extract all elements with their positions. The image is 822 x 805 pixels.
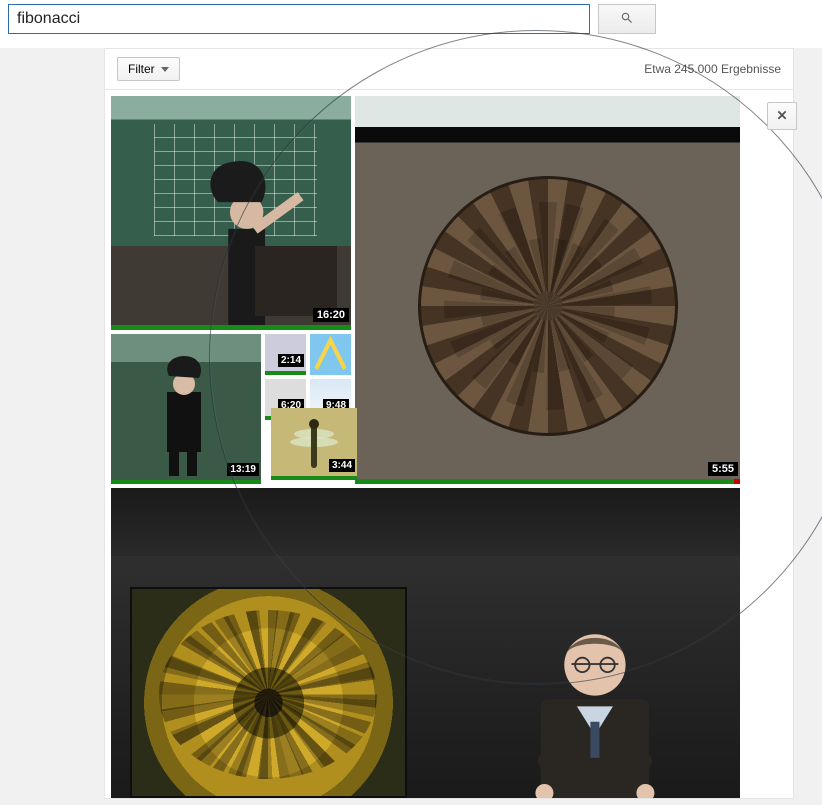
duration-badge: 5:55 bbox=[708, 462, 738, 476]
result-grid-area: ✕ bbox=[105, 90, 793, 798]
video-thumbnail[interactable]: 16:20 bbox=[111, 96, 351, 330]
video-thumbnail[interactable] bbox=[310, 334, 351, 375]
progress-bar bbox=[265, 371, 306, 375]
search-input[interactable] bbox=[8, 4, 590, 34]
duration-badge: 13:19 bbox=[227, 463, 259, 476]
video-thumbnail[interactable]: 2:14 bbox=[265, 334, 306, 375]
close-icon: ✕ bbox=[776, 108, 787, 124]
search-bar bbox=[0, 0, 822, 48]
person-icon bbox=[488, 600, 702, 798]
sunflower-graphic bbox=[130, 587, 407, 798]
duration-badge: 3:44 bbox=[329, 459, 355, 472]
results-panel: Filter Etwa 245.000 Ergebnisse ✕ bbox=[104, 48, 794, 799]
page-body: Filter Etwa 245.000 Ergebnisse ✕ bbox=[0, 48, 822, 799]
thumbnail-image bbox=[310, 334, 351, 375]
duration-badge: 16:20 bbox=[313, 308, 349, 322]
video-thumbnail[interactable]: 3:44 bbox=[271, 408, 357, 480]
progress-bar bbox=[355, 479, 740, 484]
search-button[interactable] bbox=[598, 4, 656, 34]
filter-button[interactable]: Filter bbox=[117, 57, 180, 81]
progress-bar bbox=[111, 480, 261, 484]
progress-bar bbox=[271, 476, 357, 480]
video-thumbnail[interactable] bbox=[111, 488, 740, 798]
video-thumbnail[interactable]: 13:19 bbox=[111, 334, 261, 484]
thumbnail-image bbox=[111, 96, 351, 330]
progress-bar bbox=[111, 325, 351, 330]
duration-badge: 2:14 bbox=[278, 354, 304, 367]
results-header: Filter Etwa 245.000 Ergebnisse bbox=[105, 49, 793, 90]
thumbnail-grid: 16:20 5:55 bbox=[105, 96, 781, 798]
filter-label: Filter bbox=[128, 62, 155, 76]
chevron-down-icon bbox=[161, 67, 169, 72]
video-thumbnail[interactable]: 5:55 bbox=[355, 96, 740, 484]
thumbnail-image bbox=[111, 334, 261, 484]
thumbnail-image bbox=[111, 488, 740, 556]
thumbnail-image bbox=[355, 96, 740, 484]
close-button[interactable]: ✕ bbox=[767, 102, 797, 130]
results-count: Etwa 245.000 Ergebnisse bbox=[644, 62, 781, 76]
search-icon bbox=[620, 11, 634, 28]
